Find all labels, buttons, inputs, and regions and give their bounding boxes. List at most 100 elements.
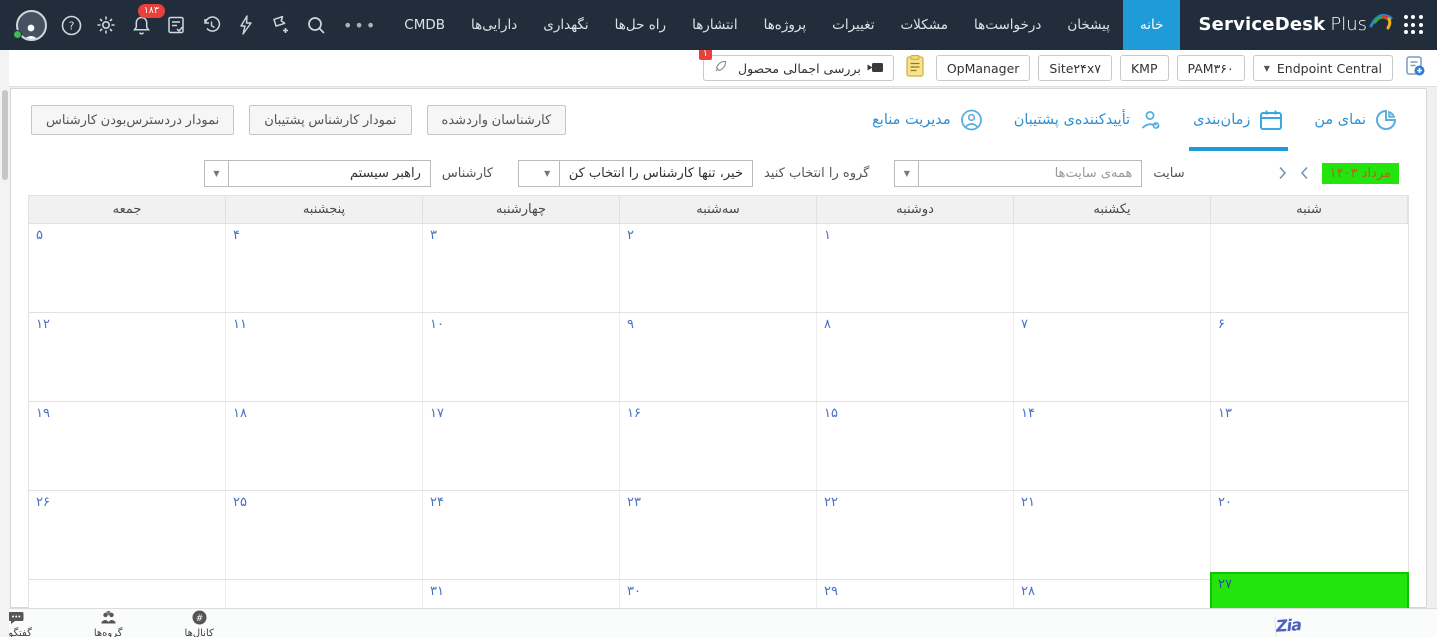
action-button[interactable]: نمودار کارشناس پشتیبان	[249, 105, 411, 135]
calendar-day-cell[interactable]: ۲۶	[29, 491, 226, 579]
calendar-day-cell[interactable]: ۲۰	[1211, 491, 1408, 579]
calendar-day-cell[interactable]: ۳	[423, 224, 620, 312]
nav-item-home[interactable]: خانه	[1123, 0, 1180, 50]
calendar-day-cell[interactable]: ۱۱	[226, 313, 423, 401]
day-number: ۳۰	[627, 584, 641, 599]
tab-resource-management[interactable]: مدیریت منابع	[872, 89, 984, 151]
nav-menu-item[interactable]: پروژه‌ها	[751, 0, 820, 50]
calendar-week-row: ۲۰ ۲۱۲۲۲۳ ۲۴ ۲۵۲۶	[29, 490, 1408, 579]
calendar-week-row: ۱۲ ۳۴۵	[29, 223, 1408, 312]
tab-my-view[interactable]: نمای من	[1314, 89, 1398, 151]
more-menu-icon[interactable]: •••	[329, 16, 391, 35]
calendar-day-cell[interactable]: ۱۳	[1211, 402, 1408, 490]
scrollbar-thumb[interactable]	[2, 90, 8, 180]
add-report-icon[interactable]	[1403, 54, 1427, 82]
calendar-day-cell[interactable]: ۲۳	[620, 491, 817, 579]
zia-assistant-logo[interactable]: Zia	[1274, 607, 1415, 637]
chevron-down-icon[interactable]: ▼	[895, 161, 919, 186]
channels-item[interactable]: # کانال‌ها	[185, 608, 214, 637]
calendar-day-cell[interactable]: ۹	[620, 313, 817, 401]
day-number: ۱۸	[233, 406, 247, 421]
calendar-day-cell[interactable]: ۱۷	[423, 402, 620, 490]
day-number: ۳	[430, 228, 437, 243]
endpoint-central-button[interactable]: ▼ Endpoint Central	[1253, 55, 1393, 81]
calendar-day-cell[interactable]: ۱	[817, 224, 1014, 312]
product-button[interactable]: OpManager	[936, 55, 1031, 81]
task-list-icon[interactable]	[164, 13, 188, 37]
month-navigation: مرداد ۱۴۰۳	[1278, 163, 1399, 184]
top-menu: پیشخاندرخواست‌هامشکلاتتغییراتپروژه‌هاانت…	[391, 0, 1123, 50]
nav-menu-item[interactable]: تغییرات	[819, 0, 887, 50]
calendar-day-cell[interactable]: ۱۴	[1014, 402, 1211, 490]
product-button[interactable]: PAM۳۶۰	[1177, 55, 1245, 81]
tab-scheduling[interactable]: زمان‌بندی	[1193, 89, 1284, 151]
presence-dot	[13, 30, 22, 39]
calendar-day-cell[interactable]: ۲۵	[226, 491, 423, 579]
nav-menu-item[interactable]: مشکلات	[887, 0, 961, 50]
weekday-header-cell: شنبه	[1211, 196, 1408, 223]
nav-menu-item[interactable]: پیشخان	[1054, 0, 1123, 50]
logo-text-main: ServiceDesk	[1198, 14, 1325, 35]
help-icon[interactable]: ?	[59, 13, 83, 37]
flag-add-icon[interactable]	[269, 13, 293, 37]
calendar-day-cell[interactable]: ۶	[1211, 313, 1408, 401]
calendar-day-cell[interactable]: ۵	[29, 224, 226, 312]
tab-backup-approver[interactable]: تأییدکننده‌ی پشتیبان	[1014, 89, 1163, 151]
site-filter-combobox[interactable]: همه‌ی سایت‌ها ▼	[894, 160, 1142, 187]
filters-row: مرداد ۱۴۰۳ سایت همه‌ی سایت‌ها ▼ گروه را …	[11, 151, 1426, 195]
calendar-day-cell[interactable]: ۴	[226, 224, 423, 312]
calendar-day-cell[interactable]: ۲	[620, 224, 817, 312]
quick-actions-lightning-icon[interactable]	[234, 13, 258, 37]
groups-item[interactable]: گروه‌ها	[94, 608, 123, 637]
day-number: ۲۴	[430, 495, 444, 510]
calendar-day-cell[interactable]: ۷	[1014, 313, 1211, 401]
calendar-day-cell[interactable]: ۱۹	[29, 402, 226, 490]
day-number: ۱۰	[430, 317, 444, 332]
calendar-day-cell[interactable]: ۱۶	[620, 402, 817, 490]
day-number: ۳۱	[430, 584, 444, 599]
product-overview-button[interactable]: بررسی اجمالی محصول	[703, 55, 894, 81]
day-number: ۲۷	[1218, 577, 1232, 592]
chevron-down-icon[interactable]: ▼	[205, 161, 229, 186]
notification-badge: ۱۸۳	[138, 4, 165, 18]
product-button[interactable]: Site۲۴x۷	[1038, 55, 1112, 81]
action-button[interactable]: کارشناسان واردشده	[427, 105, 567, 135]
notification-bell-icon[interactable]: ۱۸۳	[129, 13, 153, 37]
day-number: ۲۰	[1218, 495, 1232, 510]
sticky-note-icon[interactable]	[905, 54, 925, 82]
previous-month-arrow-icon[interactable]	[1300, 166, 1309, 180]
day-number: ۱۴	[1021, 406, 1035, 421]
history-icon[interactable]	[199, 13, 223, 37]
calendar-day-cell[interactable]	[1014, 224, 1211, 312]
calendar-day-cell[interactable]: ۱۰	[423, 313, 620, 401]
nav-menu-item[interactable]: راه حل‌ها	[602, 0, 679, 50]
nav-menu-item[interactable]: نگهداری	[530, 0, 601, 50]
technician-filter-combobox[interactable]: راهبر سیستم ▼	[204, 160, 431, 187]
search-icon[interactable]	[304, 13, 328, 37]
calendar-day-cell[interactable]: ۱۸	[226, 402, 423, 490]
calendar-day-cell[interactable]: ۱۵	[817, 402, 1014, 490]
apps-grid-icon[interactable]	[1403, 15, 1423, 35]
settings-gear-icon[interactable]	[94, 13, 118, 37]
nav-menu-item[interactable]: انتشارها	[679, 0, 751, 50]
action-button[interactable]: نمودار دردسترس‌بودن کارشناس	[31, 105, 234, 135]
calendar-day-cell[interactable]	[1211, 224, 1408, 312]
site-filter-label: سایت	[1153, 166, 1184, 181]
chevron-down-icon[interactable]: ▼	[536, 161, 560, 186]
servicedesk-plus-logo: ServiceDesk Plus	[1198, 14, 1393, 36]
nav-menu-item[interactable]: درخواست‌ها	[961, 0, 1054, 50]
page-scrollbar[interactable]	[0, 50, 9, 637]
nav-menu-item[interactable]: CMDB	[391, 0, 458, 50]
calendar-day-cell[interactable]: ۲۱	[1014, 491, 1211, 579]
nav-menu-item[interactable]: دارایی‌ها	[458, 0, 530, 50]
chevron-down-icon: ▼	[1264, 64, 1270, 73]
calendar-week-row: ۶۷۸۹ ۱۰ ۱۱۱۲	[29, 312, 1408, 401]
next-month-arrow-icon[interactable]	[1278, 166, 1287, 180]
group-filter-combobox[interactable]: خیر، تنها کارشناس را انتخاب کن ▼	[518, 160, 753, 187]
calendar-day-cell[interactable]: ۱۲	[29, 313, 226, 401]
product-button[interactable]: KMP	[1120, 55, 1169, 81]
calendar-day-cell[interactable]: ۲۲	[817, 491, 1014, 579]
calendar-day-cell[interactable]: ۲۴	[423, 491, 620, 579]
user-avatar[interactable]	[14, 8, 48, 42]
calendar-day-cell[interactable]: ۸	[817, 313, 1014, 401]
